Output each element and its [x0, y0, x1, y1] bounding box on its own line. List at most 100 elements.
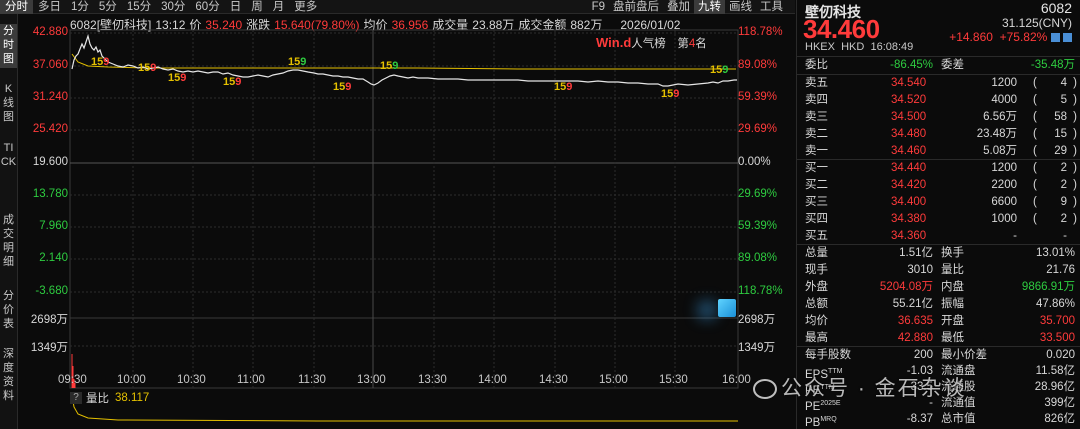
- pct-axis-right-6: 59.39%: [738, 220, 778, 232]
- tab-5min[interactable]: 5分: [94, 0, 122, 14]
- volume-axis-left-0: 2698万: [30, 314, 68, 326]
- time-label-1330: 13:30: [418, 374, 447, 386]
- bid-row[interactable]: 买五 34.360 - -: [797, 228, 1080, 245]
- vtab-tick[interactable]: TICK: [0, 141, 17, 199]
- intraday-chart[interactable]: 6082[壁仞科技] 13:12 价 35.240 涨跌 15.640(79.80%) 均价…: [18, 14, 795, 429]
- draw-line-button[interactable]: 画线: [725, 0, 756, 14]
- pct-axis-right-4: 0.00%: [738, 156, 771, 168]
- ask-row[interactable]: 卖二 34.480 23.48万 (15): [797, 126, 1080, 143]
- tab-intraday[interactable]: 分时: [0, 0, 33, 14]
- link-icon[interactable]: [1063, 33, 1072, 43]
- avg-price-line: [71, 53, 736, 70]
- ask-row[interactable]: 卖四 34.520 4000 (5): [797, 92, 1080, 109]
- volume-axis-right-1: 1349万: [738, 342, 776, 354]
- nine-turn-marker: 159: [661, 88, 680, 100]
- pct-axis-right-3: 29.69%: [738, 123, 778, 135]
- nine-turn-button[interactable]: 九转: [694, 0, 725, 14]
- bid-row[interactable]: 买四 34.380 1000 (2): [797, 211, 1080, 228]
- edit-icon[interactable]: [1050, 33, 1060, 43]
- nine-turn-marker: 159: [288, 56, 307, 68]
- tools-button[interactable]: 工具: [756, 0, 787, 14]
- f9-button[interactable]: F9: [588, 0, 609, 14]
- pct-axis-right-5: 29.69%: [738, 188, 778, 200]
- volume-ratio-line: [71, 394, 738, 422]
- price-change: +14.860 +75.82%: [949, 30, 1072, 44]
- tab-15min[interactable]: 15分: [122, 0, 156, 14]
- exchange: HKEX: [805, 41, 835, 53]
- time-label-1130: 11:30: [298, 374, 326, 386]
- price-axis-left-2: 31.240: [32, 91, 68, 103]
- rank-prefix: 第: [677, 38, 689, 50]
- nine-turn-marker: 159: [223, 76, 242, 88]
- pct-axis-right-2: 59.39%: [738, 91, 778, 103]
- time-label-1400: 14:00: [478, 374, 507, 386]
- time-label-1030: 10:30: [177, 374, 206, 386]
- tab-60min[interactable]: 60分: [190, 0, 224, 14]
- flash-icon[interactable]: [718, 299, 736, 317]
- tab-more[interactable]: 更多: [289, 0, 322, 14]
- time-label-1600: 16:00: [722, 374, 751, 386]
- price-axis-left-1: 37.060: [32, 59, 68, 71]
- quote-time: 16:08:49: [870, 41, 914, 53]
- pct-axis-right-0: 118.78%: [738, 26, 783, 38]
- nine-turn-marker: 159: [168, 72, 187, 84]
- stat-row: 现手 3010 量比 21.76: [805, 264, 1075, 276]
- ask-row[interactable]: 卖五 34.540 1200 (4): [797, 75, 1080, 92]
- vtab-kline-chart[interactable]: K线图: [0, 82, 17, 126]
- wind-logo: Win.d: [596, 35, 632, 50]
- ask-row[interactable]: 卖三 34.500 6.56万 (58): [797, 109, 1080, 126]
- overlay-button[interactable]: 叠加: [663, 0, 694, 14]
- price-axis-left-4: 19.600: [32, 156, 68, 168]
- time-label-1100: 11:00: [237, 374, 265, 386]
- pre-post-market-button[interactable]: 盘前盘后: [609, 0, 663, 14]
- popularity-rank[interactable]: Win.d人气榜 第4名: [596, 35, 707, 51]
- bid-row[interactable]: 买三 34.400 6600 (9): [797, 194, 1080, 211]
- committee-diff: -35.48万: [1030, 59, 1075, 71]
- watermark: 公众号 · 金石杂谈: [753, 372, 967, 402]
- committee-diff-label: 委差: [941, 59, 964, 71]
- quote-panel: 壁仞科技 6082 34.460 31.125(CNY) +14.860 +75…: [753, 0, 1080, 429]
- price-axis-left-7: 2.140: [39, 252, 68, 264]
- cny-price: 31.125(CNY): [1001, 16, 1072, 30]
- stat-row: 总额 55.21亿 振幅 47.86%: [805, 298, 1075, 310]
- bid-row[interactable]: 买一 34.440 1200 (2): [797, 160, 1080, 177]
- help-icon[interactable]: ?: [70, 392, 82, 404]
- volume-axis-left-1: 1349万: [30, 342, 68, 354]
- stat-row: 外盘 5204.08万 内盘 9866.91万: [805, 281, 1075, 293]
- tab-month[interactable]: 月: [268, 0, 290, 14]
- vtab-price-table[interactable]: 分价表: [0, 289, 17, 333]
- stock-code: 6082: [1040, 0, 1072, 16]
- time-label-1530: 15:30: [659, 374, 688, 386]
- tab-multiday[interactable]: 多日: [33, 0, 66, 14]
- nine-turn-marker: 159: [380, 60, 399, 72]
- time-label-1000: 10:00: [117, 374, 146, 386]
- time-label-1500: 15:00: [599, 374, 628, 386]
- tab-30min[interactable]: 30分: [156, 0, 190, 14]
- tab-week[interactable]: 周: [246, 0, 268, 14]
- stat-row: 均价 36.635 开盘 35.700: [805, 315, 1075, 327]
- price-axis-left-0: 42.880: [32, 26, 68, 38]
- time-grid: [132, 30, 676, 388]
- rank-suffix: 名: [695, 38, 707, 50]
- currency: HKD: [841, 41, 865, 53]
- committee-ratio-label: 委比: [805, 59, 828, 71]
- committee-ratio: -86.45%: [890, 59, 933, 71]
- tab-day[interactable]: 日: [225, 0, 247, 14]
- volume-ratio-bar: ? 量比 38.117: [70, 391, 149, 405]
- chart-svg: [69, 29, 739, 422]
- committee-row: 委比 -86.45% 委差 -35.48万: [797, 57, 1080, 74]
- stat-row: 每手股数 200 最小价差 0.020: [805, 349, 1075, 361]
- vtab-depth-info[interactable]: 深度资料: [0, 347, 17, 405]
- pct-axis-right-1: 89.08%: [738, 59, 778, 71]
- ask-row[interactable]: 卖一 34.460 5.08万 (29): [797, 143, 1080, 160]
- volume-axis-right-0: 2698万: [738, 314, 776, 326]
- period-tabbar: 分时 多日 1分 5分 15分 30分 60分 日 周 月 更多 F9 盘前盘后…: [0, 0, 795, 14]
- price-axis-left-6: 7.960: [39, 220, 68, 232]
- pct-axis-right-8: 118.78%: [738, 285, 783, 297]
- vtab-trade-detail[interactable]: 成交明细: [0, 213, 17, 271]
- nine-turn-marker: 159: [333, 81, 352, 93]
- tab-1min[interactable]: 1分: [66, 0, 94, 14]
- bid-row[interactable]: 买二 34.420 2200 (2): [797, 177, 1080, 194]
- vtab-intraday-chart[interactable]: 分时图: [0, 24, 17, 68]
- pct-axis-right-7: 89.08%: [738, 252, 778, 264]
